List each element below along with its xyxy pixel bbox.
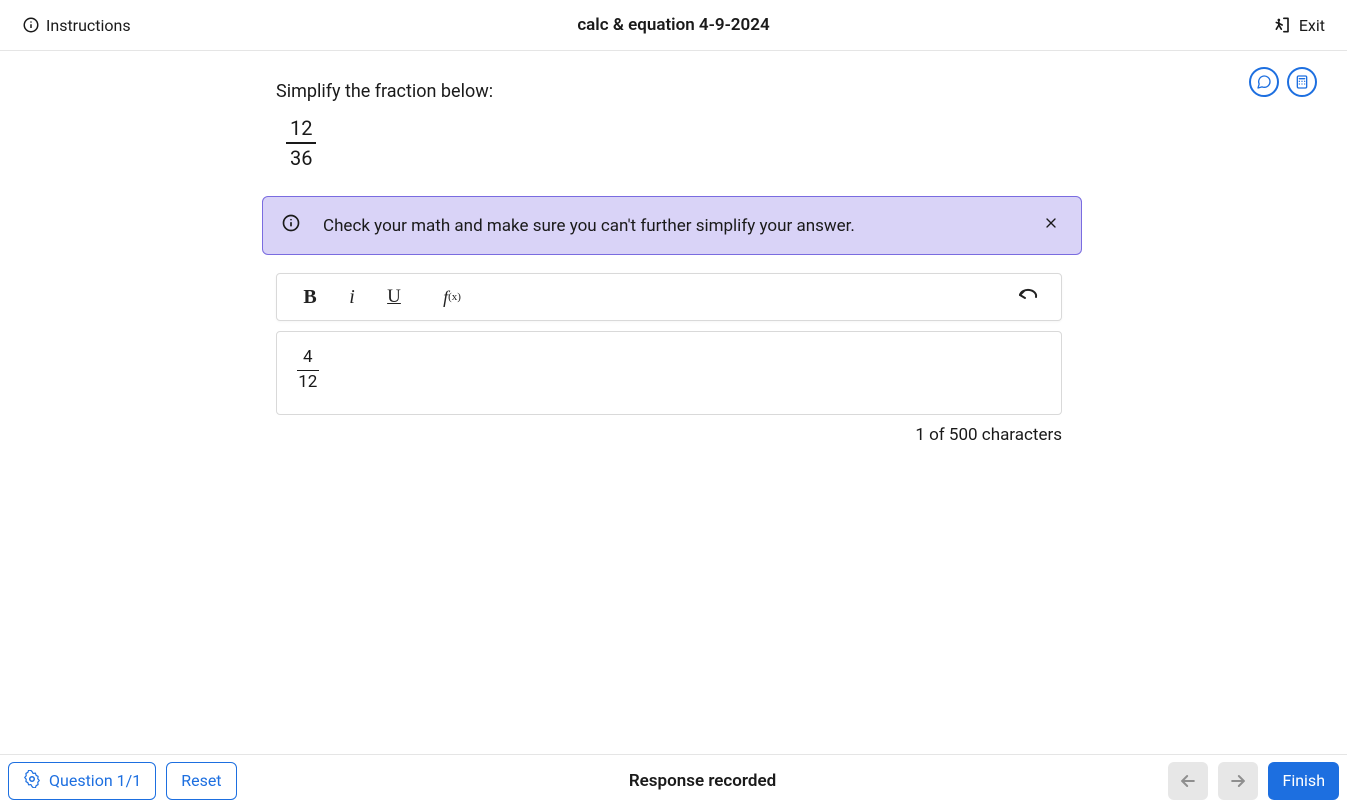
finish-label: Finish [1282,771,1325,790]
side-tools [1249,67,1317,97]
question-denominator: 36 [286,144,316,170]
answer-fraction: 4 12 [297,348,319,392]
page-title: calc & equation 4-9-2024 [456,15,890,35]
arrow-right-icon [1228,771,1248,791]
exit-icon [1273,15,1293,35]
close-icon [1043,215,1059,231]
comment-icon [1256,74,1272,90]
answer-input[interactable]: 4 12 [276,331,1062,415]
instructions-label: Instructions [46,16,131,35]
info-icon [22,16,40,34]
question-fraction: 12 36 [286,116,316,170]
reset-button[interactable]: Reset [166,762,236,800]
equation-button[interactable]: f(x) [431,273,473,321]
main-area: Simplify the fraction below: 12 36 Check… [0,51,1347,445]
calculator-button[interactable] [1287,67,1317,97]
answer-denominator: 12 [297,371,319,393]
editor-toolbar: B i U f(x) [276,273,1062,321]
next-button[interactable] [1218,762,1258,800]
question-content: Simplify the fraction below: 12 36 Check… [276,81,1080,445]
comment-button[interactable] [1249,67,1279,97]
answer-numerator: 4 [297,348,319,371]
undo-icon [1016,285,1040,309]
character-count: 1 of 500 characters [276,425,1062,445]
bold-button[interactable]: B [289,273,331,321]
question-prompt: Simplify the fraction below: [276,81,1080,102]
instructions-button[interactable]: Instructions [22,16,456,35]
hint-close-button[interactable] [1039,211,1063,240]
finish-button[interactable]: Finish [1268,762,1339,800]
footer-bar: Question 1/1 Reset Response recorded Fin… [0,754,1347,806]
exit-label: Exit [1299,16,1325,35]
exit-button[interactable]: Exit [891,15,1325,35]
question-nav-button[interactable]: Question 1/1 [8,762,156,800]
italic-button[interactable]: i [331,273,373,321]
reset-label: Reset [181,771,221,790]
hint-banner: Check your math and make sure you can't … [262,196,1082,255]
hint-info-icon [281,213,301,238]
footer-status: Response recorded [247,771,1159,791]
question-nav-label: Question 1/1 [49,771,141,790]
calculator-icon [1294,74,1310,90]
underline-button[interactable]: U [373,273,415,321]
question-numerator: 12 [286,116,316,144]
answer-editor: B i U f(x) 4 12 [276,273,1062,445]
fx-sub: (x) [448,291,461,303]
hint-text: Check your math and make sure you can't … [323,216,1017,236]
prev-button[interactable] [1168,762,1208,800]
undo-button[interactable] [1007,273,1049,321]
gear-icon [23,770,41,792]
app-header: Instructions calc & equation 4-9-2024 Ex… [0,0,1347,51]
arrow-left-icon [1178,771,1198,791]
